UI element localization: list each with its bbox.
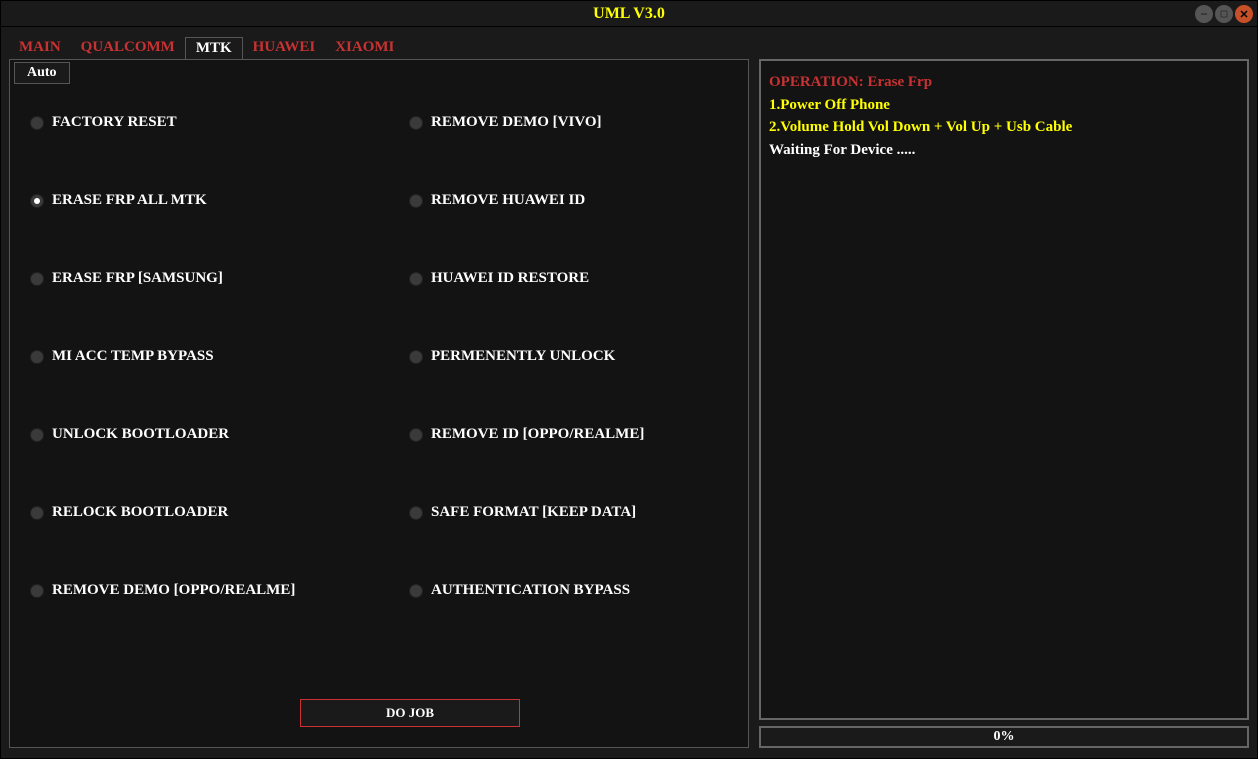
radio-icon bbox=[409, 194, 423, 208]
main-tabs: MAIN QUALCOMM MTK HUAWEI XIAOMI bbox=[9, 37, 1249, 59]
log-line: 1.Power Off Phone bbox=[769, 94, 1239, 117]
radio-label: FACTORY RESET bbox=[52, 114, 177, 131]
log-panel: OPERATION: Erase Frp 1.Power Off Phone 2… bbox=[759, 59, 1249, 720]
radio-icon bbox=[30, 116, 44, 130]
sub-tab-auto[interactable]: Auto bbox=[14, 62, 70, 84]
radio-icon bbox=[30, 584, 44, 598]
option-factory-reset[interactable]: FACTORY RESET bbox=[30, 114, 349, 131]
progress-bar: 0% bbox=[759, 726, 1249, 748]
radio-icon bbox=[409, 506, 423, 520]
option-remove-huawei-id[interactable]: REMOVE HUAWEI ID bbox=[409, 192, 728, 209]
content-area: MAIN QUALCOMM MTK HUAWEI XIAOMI Auto FAC… bbox=[1, 27, 1257, 758]
radio-icon bbox=[409, 350, 423, 364]
close-icon[interactable] bbox=[1235, 5, 1253, 23]
radio-label: REMOVE HUAWEI ID bbox=[431, 192, 585, 209]
option-remove-id-oppo-realme[interactable]: REMOVE ID [OPPO/REALME] bbox=[409, 426, 728, 443]
option-permenently-unlock[interactable]: PERMENENTLY UNLOCK bbox=[409, 348, 728, 365]
radio-icon bbox=[30, 272, 44, 286]
options-panel: Auto FACTORY RESET ERASE FRP ALL MTK bbox=[9, 59, 749, 748]
radio-label: RELOCK BOOTLOADER bbox=[52, 504, 228, 521]
log-line: 2.Volume Hold Vol Down + Vol Up + Usb Ca… bbox=[769, 116, 1239, 139]
radio-label: PERMENENTLY UNLOCK bbox=[431, 348, 615, 365]
radio-label: REMOVE DEMO [OPPO/REALME] bbox=[52, 582, 295, 599]
option-mi-acc-temp-bypass[interactable]: MI ACC TEMP BYPASS bbox=[30, 348, 349, 365]
radio-icon bbox=[409, 428, 423, 442]
radio-icon bbox=[30, 350, 44, 364]
radio-label: UNLOCK BOOTLOADER bbox=[52, 426, 229, 443]
radio-label: SAFE FORMAT [KEEP DATA] bbox=[431, 504, 636, 521]
radio-icon bbox=[30, 428, 44, 442]
sub-tabs: Auto bbox=[10, 62, 748, 84]
radio-label: REMOVE ID [OPPO/REALME] bbox=[431, 426, 644, 443]
minimize-icon[interactable] bbox=[1195, 5, 1213, 23]
log-line: Waiting For Device ..... bbox=[769, 139, 1239, 162]
progress-label: 0% bbox=[994, 729, 1015, 745]
log-line: OPERATION: Erase Frp bbox=[769, 71, 1239, 94]
options-area: FACTORY RESET ERASE FRP ALL MTK ERASE FR… bbox=[10, 84, 748, 619]
option-relock-bootloader[interactable]: RELOCK BOOTLOADER bbox=[30, 504, 349, 521]
titlebar: UML V3.0 bbox=[1, 1, 1257, 27]
options-right-column: REMOVE DEMO [VIVO] REMOVE HUAWEI ID HUAW… bbox=[409, 114, 728, 599]
tab-xiaomi[interactable]: XIAOMI bbox=[325, 37, 404, 59]
radio-icon bbox=[409, 272, 423, 286]
right-panel: OPERATION: Erase Frp 1.Power Off Phone 2… bbox=[759, 59, 1249, 748]
option-unlock-bootloader[interactable]: UNLOCK BOOTLOADER bbox=[30, 426, 349, 443]
radio-icon bbox=[409, 584, 423, 598]
radio-label: ERASE FRP ALL MTK bbox=[52, 192, 207, 209]
tab-mtk[interactable]: MTK bbox=[185, 37, 243, 59]
option-authentication-bypass[interactable]: AUTHENTICATION BYPASS bbox=[409, 582, 728, 599]
application-window: UML V3.0 MAIN QUALCOMM MTK HUAWEI XIAOMI… bbox=[0, 0, 1258, 759]
radio-label: AUTHENTICATION BYPASS bbox=[431, 582, 630, 599]
radio-label: MI ACC TEMP BYPASS bbox=[52, 348, 214, 365]
tab-main[interactable]: MAIN bbox=[9, 37, 71, 59]
radio-icon bbox=[30, 506, 44, 520]
radio-icon bbox=[30, 194, 44, 208]
options-left-column: FACTORY RESET ERASE FRP ALL MTK ERASE FR… bbox=[30, 114, 349, 599]
maximize-icon[interactable] bbox=[1215, 5, 1233, 23]
do-job-button[interactable]: DO JOB bbox=[300, 699, 520, 727]
tab-huawei[interactable]: HUAWEI bbox=[243, 37, 326, 59]
option-remove-demo-vivo[interactable]: REMOVE DEMO [VIVO] bbox=[409, 114, 728, 131]
main-area: Auto FACTORY RESET ERASE FRP ALL MTK bbox=[9, 59, 1249, 748]
option-remove-demo-oppo-realme[interactable]: REMOVE DEMO [OPPO/REALME] bbox=[30, 582, 349, 599]
window-controls bbox=[1195, 5, 1253, 23]
radio-icon bbox=[409, 116, 423, 130]
radio-label: ERASE FRP [SAMSUNG] bbox=[52, 270, 223, 287]
option-erase-frp-all-mtk[interactable]: ERASE FRP ALL MTK bbox=[30, 192, 349, 209]
radio-label: HUAWEI ID RESTORE bbox=[431, 270, 589, 287]
option-erase-frp-samsung[interactable]: ERASE FRP [SAMSUNG] bbox=[30, 270, 349, 287]
option-safe-format-keep-data[interactable]: SAFE FORMAT [KEEP DATA] bbox=[409, 504, 728, 521]
radio-label: REMOVE DEMO [VIVO] bbox=[431, 114, 602, 131]
window-title: UML V3.0 bbox=[593, 5, 665, 23]
option-huawei-id-restore[interactable]: HUAWEI ID RESTORE bbox=[409, 270, 728, 287]
tab-qualcomm[interactable]: QUALCOMM bbox=[71, 37, 185, 59]
